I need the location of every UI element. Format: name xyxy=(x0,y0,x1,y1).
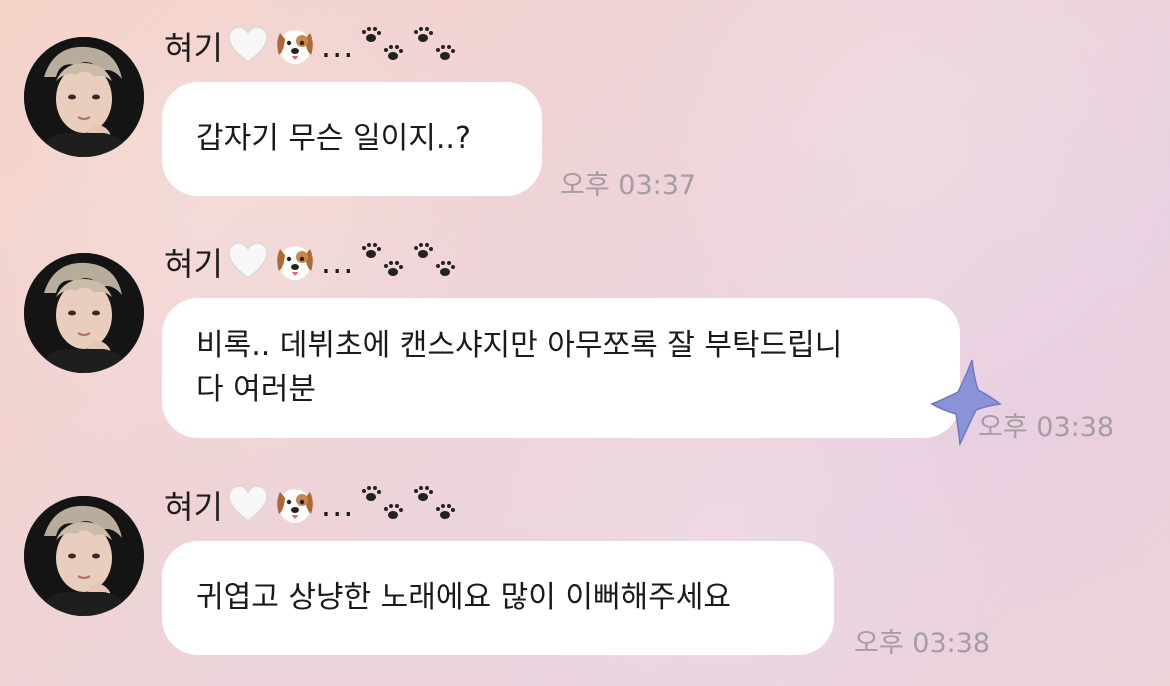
dog-face-icon xyxy=(273,241,317,283)
paw-prints-icon xyxy=(412,242,460,282)
message-timestamp: 오후 03:38 xyxy=(978,412,1115,443)
paw-prints-icon xyxy=(412,26,460,66)
paw-prints-icon xyxy=(360,485,408,525)
message-text: 비록.. 데뷔초에 캔스샤지만 아무쪼록 잘 부탁드립니 다 여러분 xyxy=(196,328,843,407)
message-text: 귀엽고 상냥한 노래에요 많이 이뻐해주세요 xyxy=(196,580,731,615)
avatar[interactable] xyxy=(24,253,144,373)
paw-prints-icon xyxy=(360,26,408,66)
sender-name-row: 혀기 ... xyxy=(164,21,464,71)
sender-name: 혀기 xyxy=(164,29,223,67)
message-bubble[interactable]: 귀엽고 상냥한 노래에요 많이 이뻐해주세요 xyxy=(162,541,834,655)
white-heart-icon xyxy=(227,26,269,66)
message-bubble[interactable]: 갑자기 무슨 일이지..? xyxy=(162,82,542,196)
dog-face-icon xyxy=(273,484,317,526)
avatar[interactable] xyxy=(24,496,144,616)
avatar[interactable] xyxy=(24,37,144,157)
sender-name: 혀기 xyxy=(164,245,223,283)
message-timestamp: 오후 03:38 xyxy=(854,628,991,659)
sender-ellipsis: ... xyxy=(320,243,355,281)
dog-face-icon xyxy=(273,25,317,67)
sender-ellipsis: ... xyxy=(320,27,355,65)
sender-name-row: 혀기 ... xyxy=(164,237,464,287)
white-heart-icon xyxy=(227,485,269,525)
white-heart-icon xyxy=(227,242,269,282)
paw-prints-icon xyxy=(412,485,460,525)
paw-prints-icon xyxy=(360,242,408,282)
message-timestamp: 오후 03:37 xyxy=(560,170,697,201)
sender-name-row: 혀기 ... xyxy=(164,480,464,530)
message-bubble[interactable]: 비록.. 데뷔초에 캔스샤지만 아무쪼록 잘 부탁드립니 다 여러분 xyxy=(162,298,960,438)
message-text: 갑자기 무슨 일이지..? xyxy=(196,121,471,156)
sender-name: 혀기 xyxy=(164,488,223,526)
sender-ellipsis: ... xyxy=(320,486,355,524)
